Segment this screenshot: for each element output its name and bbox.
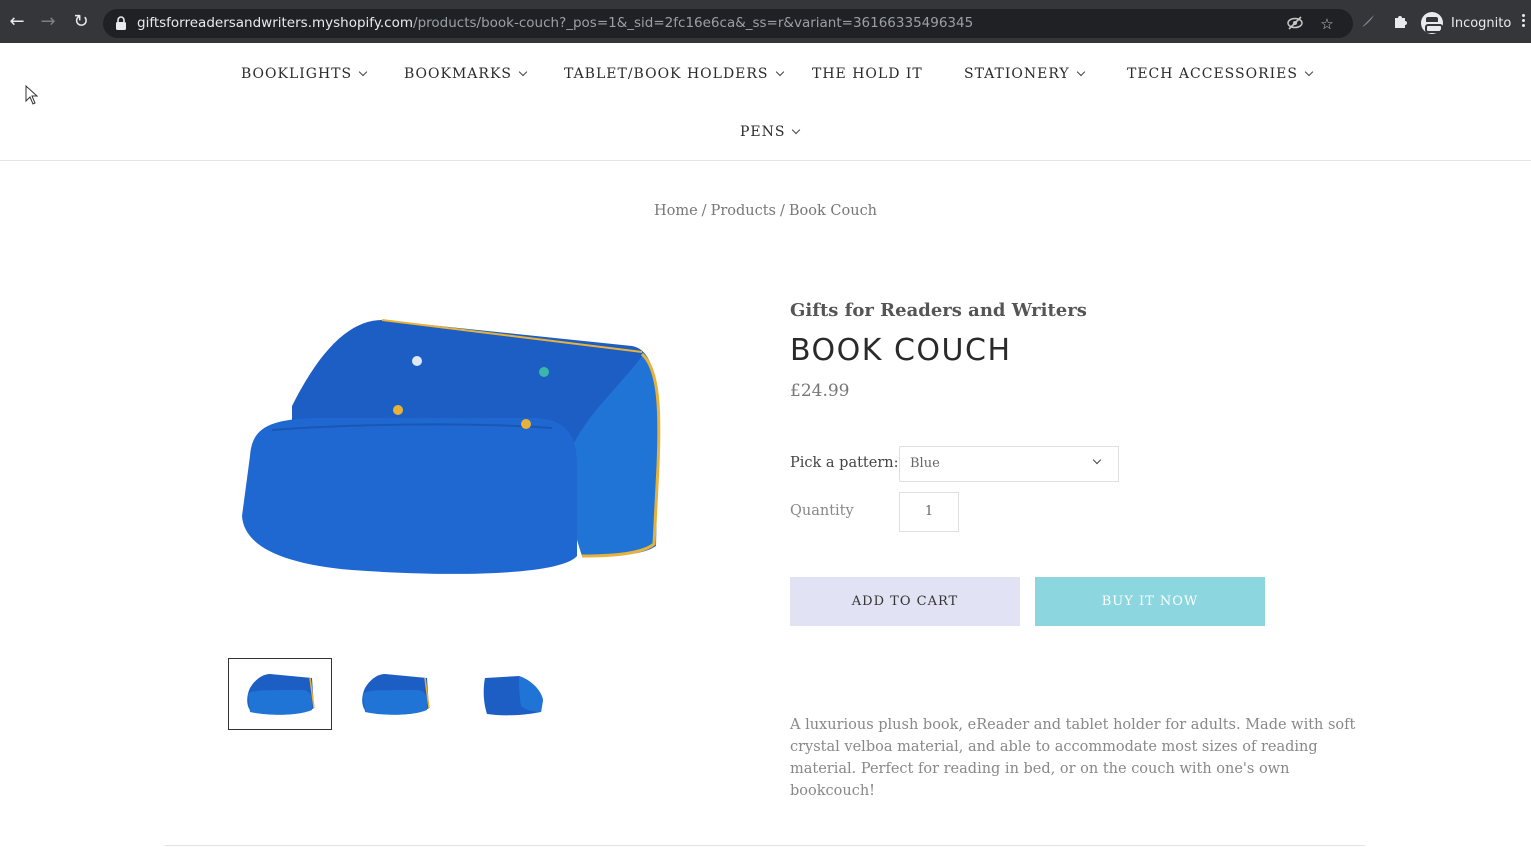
- chevron-down-icon: [1076, 67, 1085, 77]
- pattern-select[interactable]: Blue: [899, 446, 1119, 482]
- thumbnail-image: [483, 676, 543, 716]
- browser-toolbar: ← → ↻ giftsforreadersandwriters.myshopif…: [0, 0, 1531, 43]
- thumbnail-image: [362, 674, 430, 715]
- thumbnail-1[interactable]: [228, 658, 332, 730]
- nav-label: STATIONERY: [964, 66, 1070, 82]
- chevron-down-icon: [775, 67, 784, 77]
- product-description: A luxurious plush book, eReader and tabl…: [790, 717, 1356, 799]
- incognito-label: Incognito: [1451, 15, 1512, 31]
- add-to-cart-button[interactable]: ADD TO CART: [790, 577, 1020, 626]
- chevron-down-icon: [1092, 455, 1102, 465]
- nav-label: BOOKLIGHTS: [241, 66, 353, 82]
- breadcrumb-separator: /: [780, 203, 785, 219]
- breadcrumb-separator: /: [701, 203, 707, 219]
- thumbnail-3[interactable]: [457, 658, 561, 730]
- nav-label: THE HOLD IT: [812, 66, 923, 82]
- forward-icon[interactable]: →: [38, 12, 58, 32]
- more-icon[interactable]: [1518, 12, 1528, 32]
- url-text: giftsforreadersandwriters.myshopify.com/…: [137, 15, 974, 31]
- pattern-selected-value: Blue: [910, 456, 940, 471]
- thumbnail-2[interactable]: [343, 658, 447, 730]
- site-navigation: BOOKLIGHTS BOOKMARKS TABLET/BOOK HOLDERS…: [0, 43, 1531, 161]
- chevron-down-icon: [792, 125, 801, 135]
- nav-item-tablet-book-holders[interactable]: TABLET/BOOK HOLDERS: [564, 66, 784, 82]
- product-title: BOOK COUCH: [790, 333, 1012, 368]
- nav-label: TABLET/BOOK HOLDERS: [564, 66, 769, 82]
- star-icon[interactable]: ☆: [1318, 15, 1336, 33]
- nav-item-stationery[interactable]: STATIONERY: [964, 66, 1085, 82]
- breadcrumb-current: Book Couch: [788, 203, 878, 219]
- mouse-cursor-icon: [25, 85, 39, 105]
- nav-label: BOOKMARKS: [404, 66, 512, 82]
- chevron-down-icon: [358, 67, 368, 77]
- nav-item-bookmarks[interactable]: BOOKMARKS: [404, 66, 528, 82]
- lock-icon: [116, 16, 126, 30]
- nav-item-the-hold-it[interactable]: THE HOLD IT: [812, 66, 923, 82]
- nav-item-tech-accessories[interactable]: TECH ACCESSORIES: [1127, 66, 1314, 82]
- nav-label: TECH ACCESSORIES: [1127, 66, 1298, 82]
- reload-icon[interactable]: ↻: [71, 12, 91, 32]
- nav-item-pens[interactable]: PENS: [740, 124, 801, 140]
- back-icon[interactable]: ←: [7, 12, 27, 32]
- puzzle-icon[interactable]: [1391, 13, 1409, 31]
- chevron-down-icon: [518, 67, 528, 77]
- nav-label: PENS: [740, 124, 786, 140]
- product-vendor[interactable]: Gifts for Readers and Writers: [790, 300, 1087, 321]
- incognito-profile[interactable]: Incognito: [1421, 11, 1511, 35]
- incognito-icon: [1421, 12, 1443, 34]
- thumbnail-image: [247, 674, 315, 715]
- product-image[interactable]: [232, 306, 666, 586]
- product-price: £24.99: [790, 381, 850, 401]
- breadcrumb-products[interactable]: Products: [711, 203, 776, 219]
- quantity-input[interactable]: 1: [899, 492, 959, 532]
- address-bar[interactable]: giftsforreadersandwriters.myshopify.com/…: [103, 9, 1353, 38]
- nav-item-booklights[interactable]: BOOKLIGHTS: [241, 66, 368, 82]
- breadcrumb: Home / Products / Book Couch: [0, 203, 1531, 219]
- feather-icon[interactable]: [1359, 13, 1377, 31]
- buy-it-now-button[interactable]: BUY IT NOW: [1035, 577, 1265, 626]
- breadcrumb-home[interactable]: Home: [654, 203, 698, 219]
- chevron-down-icon: [1304, 67, 1314, 77]
- divider: [165, 845, 1365, 846]
- eye-off-icon[interactable]: [1286, 15, 1304, 33]
- quantity-label: Quantity: [790, 503, 854, 519]
- pattern-label: Pick a pattern:: [790, 455, 899, 471]
